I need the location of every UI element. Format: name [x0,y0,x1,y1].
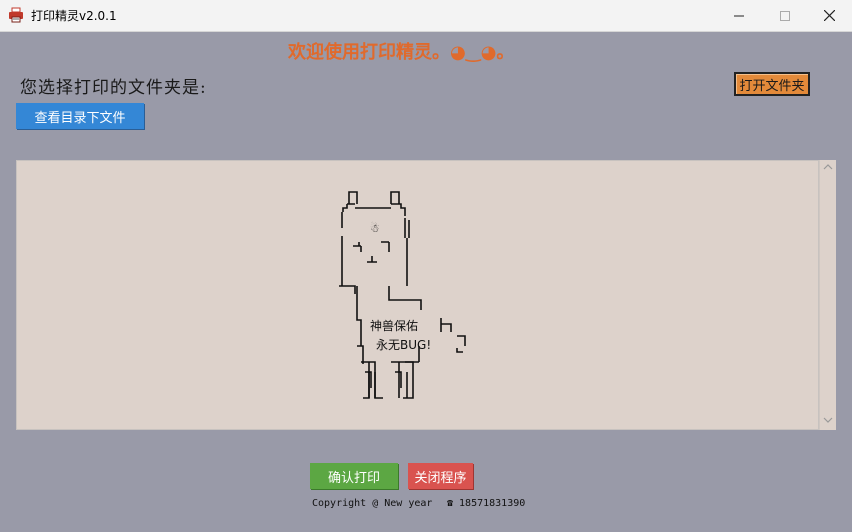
maximize-button[interactable] [762,0,808,31]
maximize-icon [780,10,790,21]
scroll-up-icon[interactable] [823,163,833,173]
beast-head-icon: ☃ [370,222,380,235]
title-bar: 打印精灵v2.0.1 [0,0,852,32]
printer-icon [9,7,23,23]
minimize-icon [734,15,744,16]
welcome-banner: 欢迎使用打印精灵。◕‿◕。 [288,42,515,63]
phone-number: ☎ 18571831390 [447,498,526,509]
scroll-down-icon[interactable] [823,417,833,427]
close-program-button[interactable]: 关闭程序 [408,463,473,489]
beast-blessing-line2: 永无BUG! [376,338,432,352]
confirm-print-button[interactable]: 确认打印 [310,463,398,489]
close-window-button[interactable] [806,0,852,31]
minimize-button[interactable] [716,0,762,31]
close-icon [823,10,835,21]
copyright-text: Copyright @ New year [312,498,433,509]
folder-select-label: 您选择打印的文件夹是: [20,78,207,98]
window-title: 打印精灵v2.0.1 [31,9,117,23]
view-files-button[interactable]: 查看目录下文件 [16,103,144,129]
vertical-scrollbar[interactable] [819,160,836,430]
beast-blessing-line1: 神兽保佑 [370,319,419,333]
open-folder-button[interactable]: 打开文件夹 [734,72,810,96]
app-window: 打印精灵v2.0.1 欢迎使用打印精灵。◕‿◕。 您选择打印的文件夹是: 打开文… [0,0,852,532]
ascii-beast-art [339,191,466,399]
